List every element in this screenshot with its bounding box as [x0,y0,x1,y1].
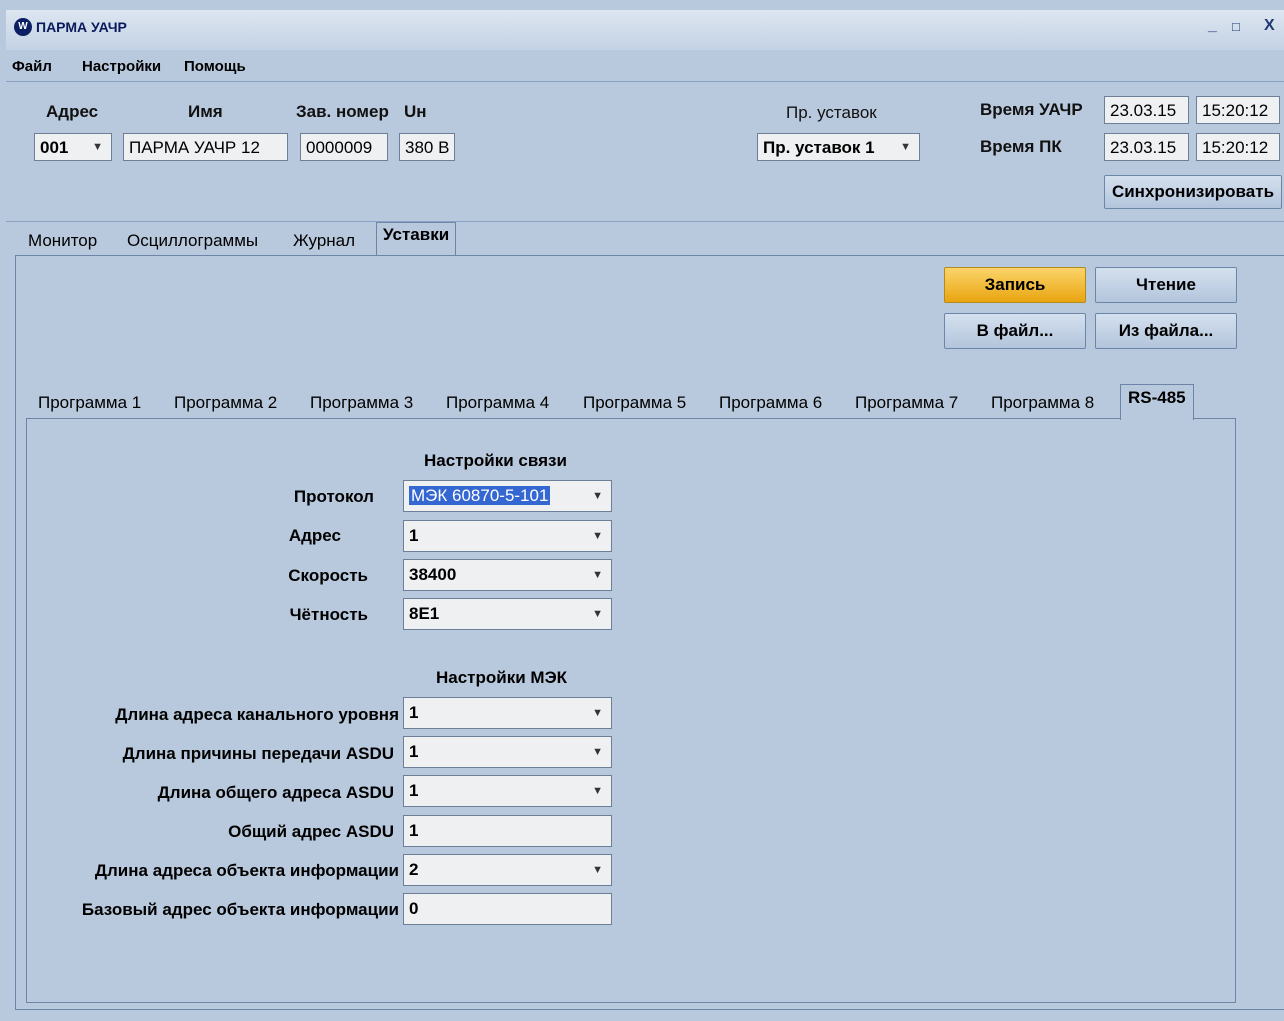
minimize-button[interactable]: _ [1208,17,1217,35]
ioa-len-select[interactable]: 2 ▼ [403,854,612,886]
time-device-time[interactable]: 15:20:12 [1196,96,1280,124]
name-field[interactable]: ПАРМА УАЧР 12 [123,133,288,161]
un-field[interactable]: 380 В [399,133,455,161]
menu-file[interactable]: Файл [12,58,52,75]
read-button[interactable]: Чтение [1095,267,1237,303]
comm-settings-title: Настройки связи [424,451,567,470]
tab-oscillograms[interactable]: Осциллограммы [127,231,258,251]
header-separator [6,221,1284,222]
name-label: Имя [188,102,223,121]
address-select[interactable]: 001 ▼ [34,133,112,161]
tab-program-8[interactable]: Программа 8 [991,393,1094,413]
chevron-down-icon: ▼ [592,608,603,620]
common-addr-field[interactable]: 1 [403,815,612,847]
close-button[interactable]: X [1264,17,1275,35]
chevron-down-icon: ▼ [592,530,603,542]
parity-select[interactable]: 8E1 ▼ [403,598,612,630]
ioa-base-label: Базовый адрес объекта информации [81,900,399,919]
write-button[interactable]: Запись [944,267,1086,303]
setpoints-label: Пр. уставок [786,103,877,122]
comm-address-value: 1 [409,526,419,545]
ioa-len-value: 2 [409,860,419,879]
time-pc-date[interactable]: 23.03.15 [1104,133,1189,161]
tab-program-1[interactable]: Программа 1 [38,393,141,413]
tab-setpoints[interactable]: Уставки [376,222,457,255]
tab-program-3[interactable]: Программа 3 [310,393,413,413]
menu-help[interactable]: Помощь [184,58,246,75]
address-value: 001 [40,138,69,157]
chevron-down-icon: ▼ [900,141,911,153]
maximize-button[interactable]: □ [1232,19,1240,34]
speed-select[interactable]: 38400 ▼ [403,559,612,591]
ioa-base-field[interactable]: 0 [403,893,612,925]
parity-value: 8E1 [409,604,440,623]
protocol-select[interactable]: МЭК 60870-5-101 ▼ [403,480,612,512]
common-addr-len-value: 1 [409,781,419,800]
tab-program-5[interactable]: Программа 5 [583,393,686,413]
setpoints-select[interactable]: Пр. уставок 1 ▼ [757,133,920,161]
common-addr-len-select[interactable]: 1 ▼ [403,775,612,807]
common-addr-len-label: Длина общего адреса ASDU [157,783,394,802]
menu-settings[interactable]: Настройки [82,58,161,75]
tab-program-7[interactable]: Программа 7 [855,393,958,413]
chevron-down-icon: ▼ [592,746,603,758]
cot-len-value: 1 [409,742,419,761]
time-pc-time[interactable]: 15:20:12 [1196,133,1280,161]
speed-label: Скорость [288,566,368,585]
save-to-file-button[interactable]: В файл... [944,313,1086,349]
chevron-down-icon: ▼ [592,490,603,502]
chevron-down-icon: ▼ [592,864,603,876]
sync-button[interactable]: Синхронизировать [1104,175,1282,209]
cot-len-select[interactable]: 1 ▼ [403,736,612,768]
tab-program-2[interactable]: Программа 2 [174,393,277,413]
comm-address-select[interactable]: 1 ▼ [403,520,612,552]
menu-separator [6,81,1284,82]
tab-rs485[interactable]: RS-485 [1120,384,1194,420]
time-device-label: Время УАЧР [980,100,1083,119]
protocol-label: Протокол [293,487,374,506]
iec-settings-title: Настройки МЭК [436,668,568,687]
tab-program-4[interactable]: Программа 4 [446,393,549,413]
serial-field[interactable]: 0000009 [300,133,388,161]
title-bar [6,10,1284,50]
tab-program-6[interactable]: Программа 6 [719,393,822,413]
time-pc-label: Время ПК [980,137,1062,156]
cot-len-label: Длина причины передачи ASDU [122,744,394,763]
tab-journal[interactable]: Журнал [293,231,355,251]
address-label: Адрес [46,102,99,121]
chevron-down-icon: ▼ [592,569,603,581]
parity-label: Чётность [289,605,368,624]
speed-value: 38400 [409,565,457,584]
chevron-down-icon: ▼ [592,707,603,719]
comm-address-label: Адрес [288,526,341,545]
link-addr-len-value: 1 [409,703,419,722]
window-title: ПАРМА УАЧР [36,19,127,35]
load-from-file-button[interactable]: Из файла... [1095,313,1237,349]
link-addr-len-select[interactable]: 1 ▼ [403,697,612,729]
common-addr-label: Общий адрес ASDU [228,822,394,841]
tab-monitor[interactable]: Монитор [28,231,97,251]
chevron-down-icon: ▼ [592,785,603,797]
protocol-value: МЭК 60870-5-101 [409,486,551,505]
chevron-down-icon: ▼ [92,141,103,153]
un-label: Uн [404,102,427,121]
time-device-date[interactable]: 23.03.15 [1104,96,1189,124]
link-addr-len-label: Длина адреса канального уровня [115,705,399,724]
serial-label: Зав. номер [296,102,389,121]
app-logo-icon: W [14,18,32,36]
setpoints-value: Пр. уставок 1 [763,138,875,157]
ioa-len-label: Длина адреса объекта информации [94,861,399,880]
